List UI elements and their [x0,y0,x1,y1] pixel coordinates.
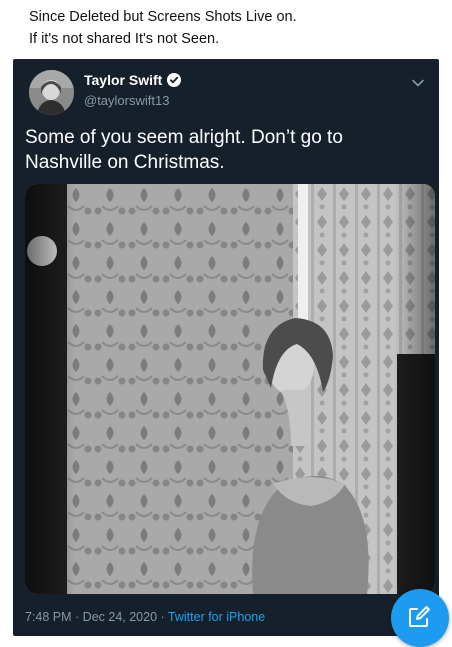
avatar[interactable] [29,70,74,115]
tweet-meta: 7:48 PM · Dec 24, 2020 · Twitter for iPh… [25,610,265,624]
tweet-time: 7:48 PM [25,610,72,624]
tweet-photo[interactable] [25,184,435,594]
author-handle[interactable]: @taylorswift13 [84,93,169,108]
author-row: Taylor Swift [84,72,182,88]
meta-separator: · [71,610,83,624]
verified-badge-icon [167,73,182,87]
tweet-text: Some of you seem alright. Don’t go to Na… [25,125,425,175]
tweet-date: Dec 24, 2020 [82,610,158,624]
author-name[interactable]: Taylor Swift [84,72,162,88]
tweet-card[interactable]: Taylor Swift @taylorswift13 Some of you … [13,59,439,636]
caption: Since Deleted but Screens Shots Live on.… [29,6,429,50]
meta-separator-2: · [157,610,168,624]
tweet-source-link[interactable]: Twitter for iPhone [168,610,265,624]
chevron-down-icon[interactable] [411,75,425,87]
tweet-text-line-1: Some of you seem alright. Don’t go to [25,127,343,148]
compose-icon [407,603,433,634]
tweet-text-line-2: Nashville on Christmas. [25,152,225,173]
compose-button[interactable] [391,589,449,647]
caption-line-2: If it's not shared It's not Seen. [29,31,220,47]
caption-line-1: Since Deleted but Screens Shots Live on. [29,9,297,25]
